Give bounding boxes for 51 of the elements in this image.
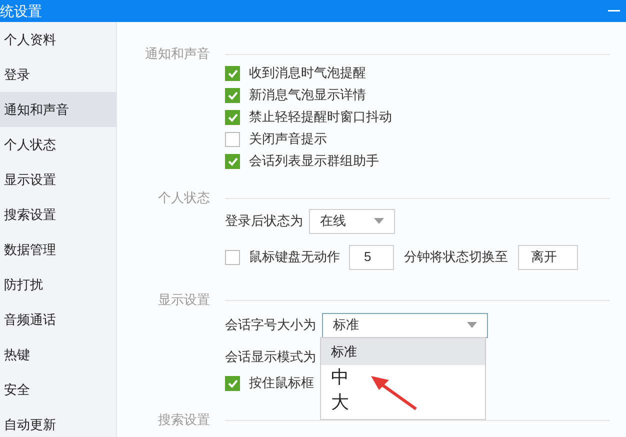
window-title: 统设置	[0, 2, 42, 20]
sidebar-item[interactable]: 登录	[0, 57, 116, 92]
field-label: 会话字号大小为	[225, 316, 316, 334]
section-title: 通知和声音	[144, 45, 211, 63]
section-title: 搜索设置	[157, 411, 211, 429]
checkbox-label: 鼠标键盘无动作	[249, 248, 340, 266]
sidebar-item[interactable]: 数据管理	[0, 232, 116, 267]
check-icon	[228, 112, 238, 122]
sidebar-item[interactable]: 音频通话	[0, 302, 116, 337]
section-title: 显示设置	[157, 291, 211, 309]
minutes-input[interactable]: 5	[349, 244, 394, 270]
sidebar-item[interactable]: 自动更新	[0, 407, 116, 437]
check-icon	[228, 156, 238, 166]
dropdown-option[interactable]: 大	[321, 390, 485, 415]
caret-icon	[467, 322, 477, 328]
checkbox-label: 新消息气泡显示详情	[249, 86, 366, 104]
caret-icon	[374, 218, 384, 224]
field-label: 登录后状态为	[225, 212, 303, 230]
checkbox[interactable]	[225, 88, 240, 102]
field-label: 会话显示模式为	[225, 348, 316, 366]
checkbox[interactable]	[225, 154, 240, 168]
minimize-icon[interactable]	[608, 10, 620, 12]
dropdown-option[interactable]: 中	[321, 365, 485, 390]
sidebar-item[interactable]: 搜索设置	[0, 197, 116, 232]
sidebar-item[interactable]: 安全	[0, 372, 116, 407]
sidebar-item[interactable]: 热键	[0, 337, 116, 372]
checkbox[interactable]	[225, 110, 240, 124]
sidebar-item[interactable]: 防打扰	[0, 267, 116, 302]
checkbox[interactable]	[225, 66, 240, 80]
font-size-select[interactable]: 标准	[322, 312, 488, 338]
checkbox-label: 关闭声音提示	[249, 130, 327, 148]
sidebar-item[interactable]: 个人资料	[0, 22, 116, 57]
sidebar-item[interactable]: 通知和声音	[0, 92, 116, 127]
check-icon	[228, 90, 238, 100]
annotation-arrow	[371, 376, 417, 410]
status-input[interactable]: 离开	[518, 244, 578, 270]
section-title: 个人状态	[157, 189, 211, 207]
checkbox-label: 会话列表显示群组助手	[249, 152, 379, 170]
checkbox[interactable]	[225, 132, 240, 146]
dropdown-option[interactable]: 标准	[321, 338, 485, 365]
checkbox-label: 按住鼠标框	[249, 374, 314, 392]
checkbox-label: 收到消息时气泡提醒	[249, 64, 366, 82]
sidebar-item[interactable]: 显示设置	[0, 162, 116, 197]
sidebar-item[interactable]: 个人状态	[0, 127, 116, 162]
check-icon	[228, 378, 238, 388]
checkbox[interactable]	[225, 250, 240, 264]
checkbox-label: 禁止轻轻提醒时窗口抖动	[249, 108, 392, 126]
check-icon	[228, 68, 238, 78]
status-select[interactable]: 在线	[309, 208, 395, 234]
checkbox[interactable]	[225, 376, 240, 390]
field-label: 分钟将状态切换至	[404, 248, 508, 266]
